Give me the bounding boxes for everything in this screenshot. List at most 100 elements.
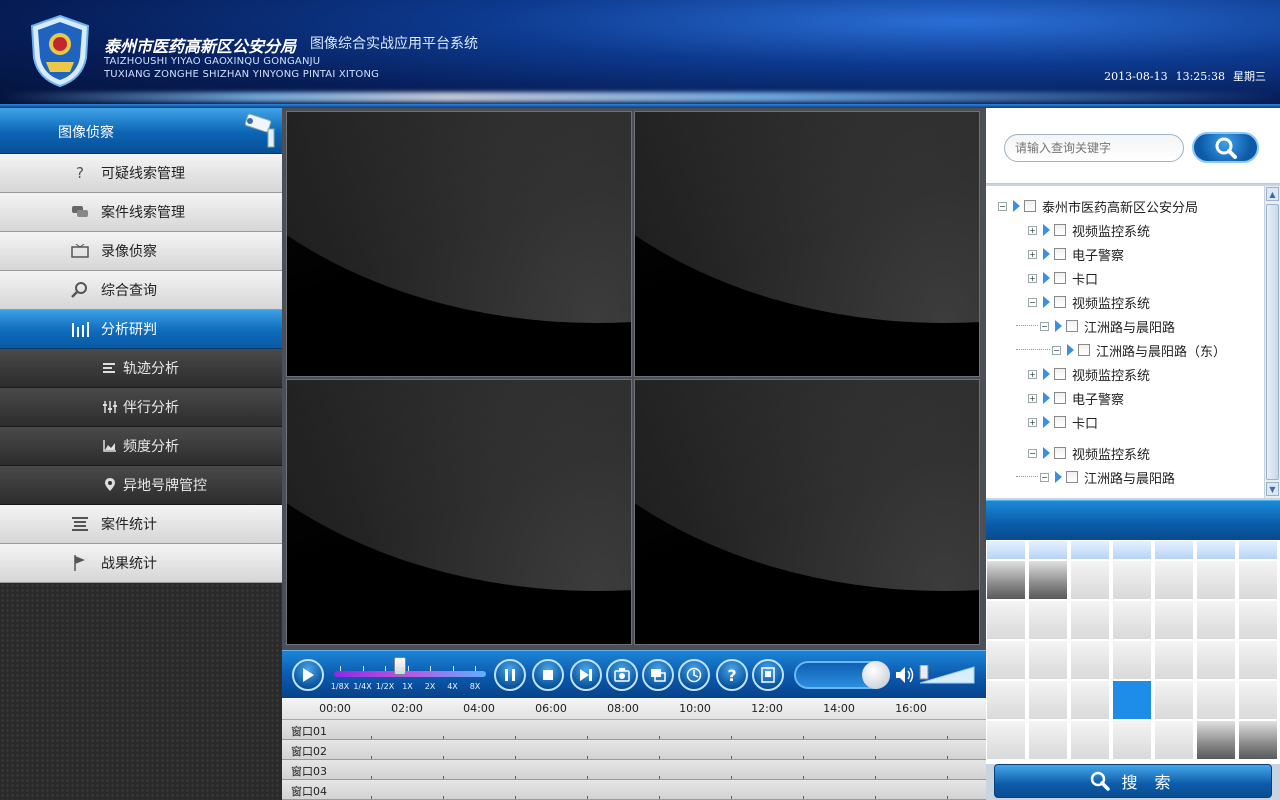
- video-window-3[interactable]: [286, 379, 632, 645]
- date-cell[interactable]: [1028, 680, 1068, 720]
- date-cell[interactable]: [1112, 720, 1152, 760]
- date-cell[interactable]: [1238, 600, 1278, 640]
- next-frame-button[interactable]: [570, 659, 602, 691]
- scroll-thumb[interactable]: [1266, 204, 1279, 480]
- speed-slider-thumb[interactable]: [394, 657, 406, 675]
- sidebar-item-analysis[interactable]: 分析研判: [0, 310, 282, 349]
- sidebar-item-case-clues[interactable]: 案件线索管理: [0, 193, 282, 232]
- tree-checkbox[interactable]: [1066, 471, 1078, 483]
- tree-node[interactable]: − 视频监控系统: [1028, 441, 1150, 465]
- tree-checkbox[interactable]: [1054, 224, 1066, 236]
- date-cell[interactable]: [1196, 640, 1236, 680]
- video-window-1[interactable]: [286, 111, 632, 377]
- collapse-icon[interactable]: −: [1040, 472, 1049, 482]
- volume-level-icon[interactable]: [918, 665, 976, 685]
- date-cell[interactable]: [986, 540, 1026, 560]
- tree-node[interactable]: − 江洲路与晨阳路: [1016, 314, 1175, 338]
- tree-node[interactable]: + 卡口: [1028, 266, 1098, 290]
- expand-icon[interactable]: +: [1028, 417, 1037, 427]
- search-button[interactable]: [1192, 132, 1259, 163]
- date-cell[interactable]: [1028, 560, 1068, 600]
- timeline-row[interactable]: 窗口04: [282, 780, 986, 800]
- expand-icon[interactable]: +: [1028, 273, 1037, 283]
- sidebar-item-results-stats[interactable]: 战果统计: [0, 544, 282, 583]
- tree-node[interactable]: + 视频监控系统: [1028, 218, 1150, 242]
- date-cell[interactable]: [986, 720, 1026, 760]
- date-cell[interactable]: [1196, 720, 1236, 760]
- timeline-row[interactable]: 窗口03: [282, 760, 986, 780]
- speaker-icon[interactable]: [894, 664, 916, 686]
- timeline-row[interactable]: 窗口01: [282, 720, 986, 740]
- submenu-item-companion[interactable]: 伴行分析: [0, 388, 282, 427]
- date-cell[interactable]: [1154, 540, 1194, 560]
- tree-checkbox[interactable]: [1054, 416, 1066, 428]
- tree-scrollbar[interactable]: ▲ ▼: [1264, 186, 1280, 498]
- help-button[interactable]: ?: [716, 659, 748, 691]
- date-cell[interactable]: [1154, 640, 1194, 680]
- tree-node[interactable]: + 卡口: [1028, 410, 1098, 434]
- tree-node[interactable]: − 江洲路与晨阳路: [1016, 465, 1175, 489]
- date-cell[interactable]: [1070, 720, 1110, 760]
- volume-slider-thumb[interactable]: [862, 661, 890, 689]
- tree-node[interactable]: − 江洲路与晨阳路（东）: [1016, 338, 1226, 362]
- date-cell[interactable]: [1028, 720, 1068, 760]
- expand-icon[interactable]: +: [1028, 393, 1037, 403]
- date-cell[interactable]: [1028, 600, 1068, 640]
- speed-slider[interactable]: [334, 671, 486, 677]
- save-clip-button[interactable]: [752, 659, 784, 691]
- tree-checkbox[interactable]: [1078, 344, 1090, 356]
- date-cell[interactable]: [1196, 600, 1236, 640]
- expand-icon[interactable]: +: [1028, 225, 1037, 235]
- tree-node[interactable]: + 电子警察: [1028, 242, 1124, 266]
- date-cell[interactable]: [1028, 540, 1068, 560]
- tree-checkbox[interactable]: [1054, 248, 1066, 260]
- collapse-icon[interactable]: −: [998, 201, 1007, 211]
- tree-checkbox[interactable]: [1024, 200, 1036, 212]
- tree-checkbox[interactable]: [1054, 272, 1066, 284]
- tree-node[interactable]: + 视频监控系统: [1028, 362, 1150, 386]
- scroll-up-arrow-icon[interactable]: ▲: [1266, 187, 1279, 201]
- date-cell[interactable]: [986, 600, 1026, 640]
- tree-node[interactable]: − 视频监控系统: [1028, 290, 1150, 314]
- expand-icon[interactable]: +: [1028, 249, 1037, 259]
- date-cell[interactable]: [1154, 680, 1194, 720]
- date-cell[interactable]: [1112, 560, 1152, 600]
- collapse-icon[interactable]: −: [1028, 297, 1037, 307]
- tree-node[interactable]: + 电子警察: [1028, 386, 1124, 410]
- collapse-icon[interactable]: −: [1028, 448, 1037, 458]
- tree-checkbox[interactable]: [1054, 368, 1066, 380]
- date-cell[interactable]: [1112, 600, 1152, 640]
- timeline-row[interactable]: 窗口02: [282, 740, 986, 760]
- date-cell[interactable]: [1070, 560, 1110, 600]
- snapshot-button[interactable]: [606, 659, 638, 691]
- date-cell[interactable]: [1070, 640, 1110, 680]
- tree-checkbox[interactable]: [1054, 392, 1066, 404]
- date-cell[interactable]: [1112, 640, 1152, 680]
- date-cell[interactable]: [1070, 540, 1110, 560]
- date-cell[interactable]: [1154, 720, 1194, 760]
- date-cell[interactable]: [1070, 680, 1110, 720]
- stop-button[interactable]: [532, 659, 564, 691]
- search-input[interactable]: [1004, 134, 1184, 162]
- play-button[interactable]: [292, 659, 324, 691]
- date-cell[interactable]: [986, 560, 1026, 600]
- date-cell[interactable]: [1112, 680, 1152, 720]
- date-cell[interactable]: [1028, 640, 1068, 680]
- date-cell[interactable]: [1238, 560, 1278, 600]
- collapse-icon[interactable]: −: [1052, 345, 1061, 355]
- video-window-4[interactable]: [634, 379, 980, 645]
- tree-checkbox[interactable]: [1054, 296, 1066, 308]
- date-cell[interactable]: [1238, 640, 1278, 680]
- video-window-2[interactable]: [634, 111, 980, 377]
- tree-checkbox[interactable]: [1054, 447, 1066, 459]
- submenu-item-trajectory[interactable]: 轨迹分析: [0, 349, 282, 388]
- expand-icon[interactable]: +: [1028, 369, 1037, 379]
- tree-node[interactable]: − 泰州市医药高新区公安分局: [998, 194, 1198, 218]
- date-cell[interactable]: [986, 640, 1026, 680]
- date-cell[interactable]: [1238, 680, 1278, 720]
- tree-checkbox[interactable]: [1066, 320, 1078, 332]
- date-cell[interactable]: [1196, 540, 1236, 560]
- time-button[interactable]: [678, 659, 710, 691]
- sidebar-item-comprehensive-query[interactable]: 综合查询: [0, 271, 282, 310]
- date-cell[interactable]: [1070, 600, 1110, 640]
